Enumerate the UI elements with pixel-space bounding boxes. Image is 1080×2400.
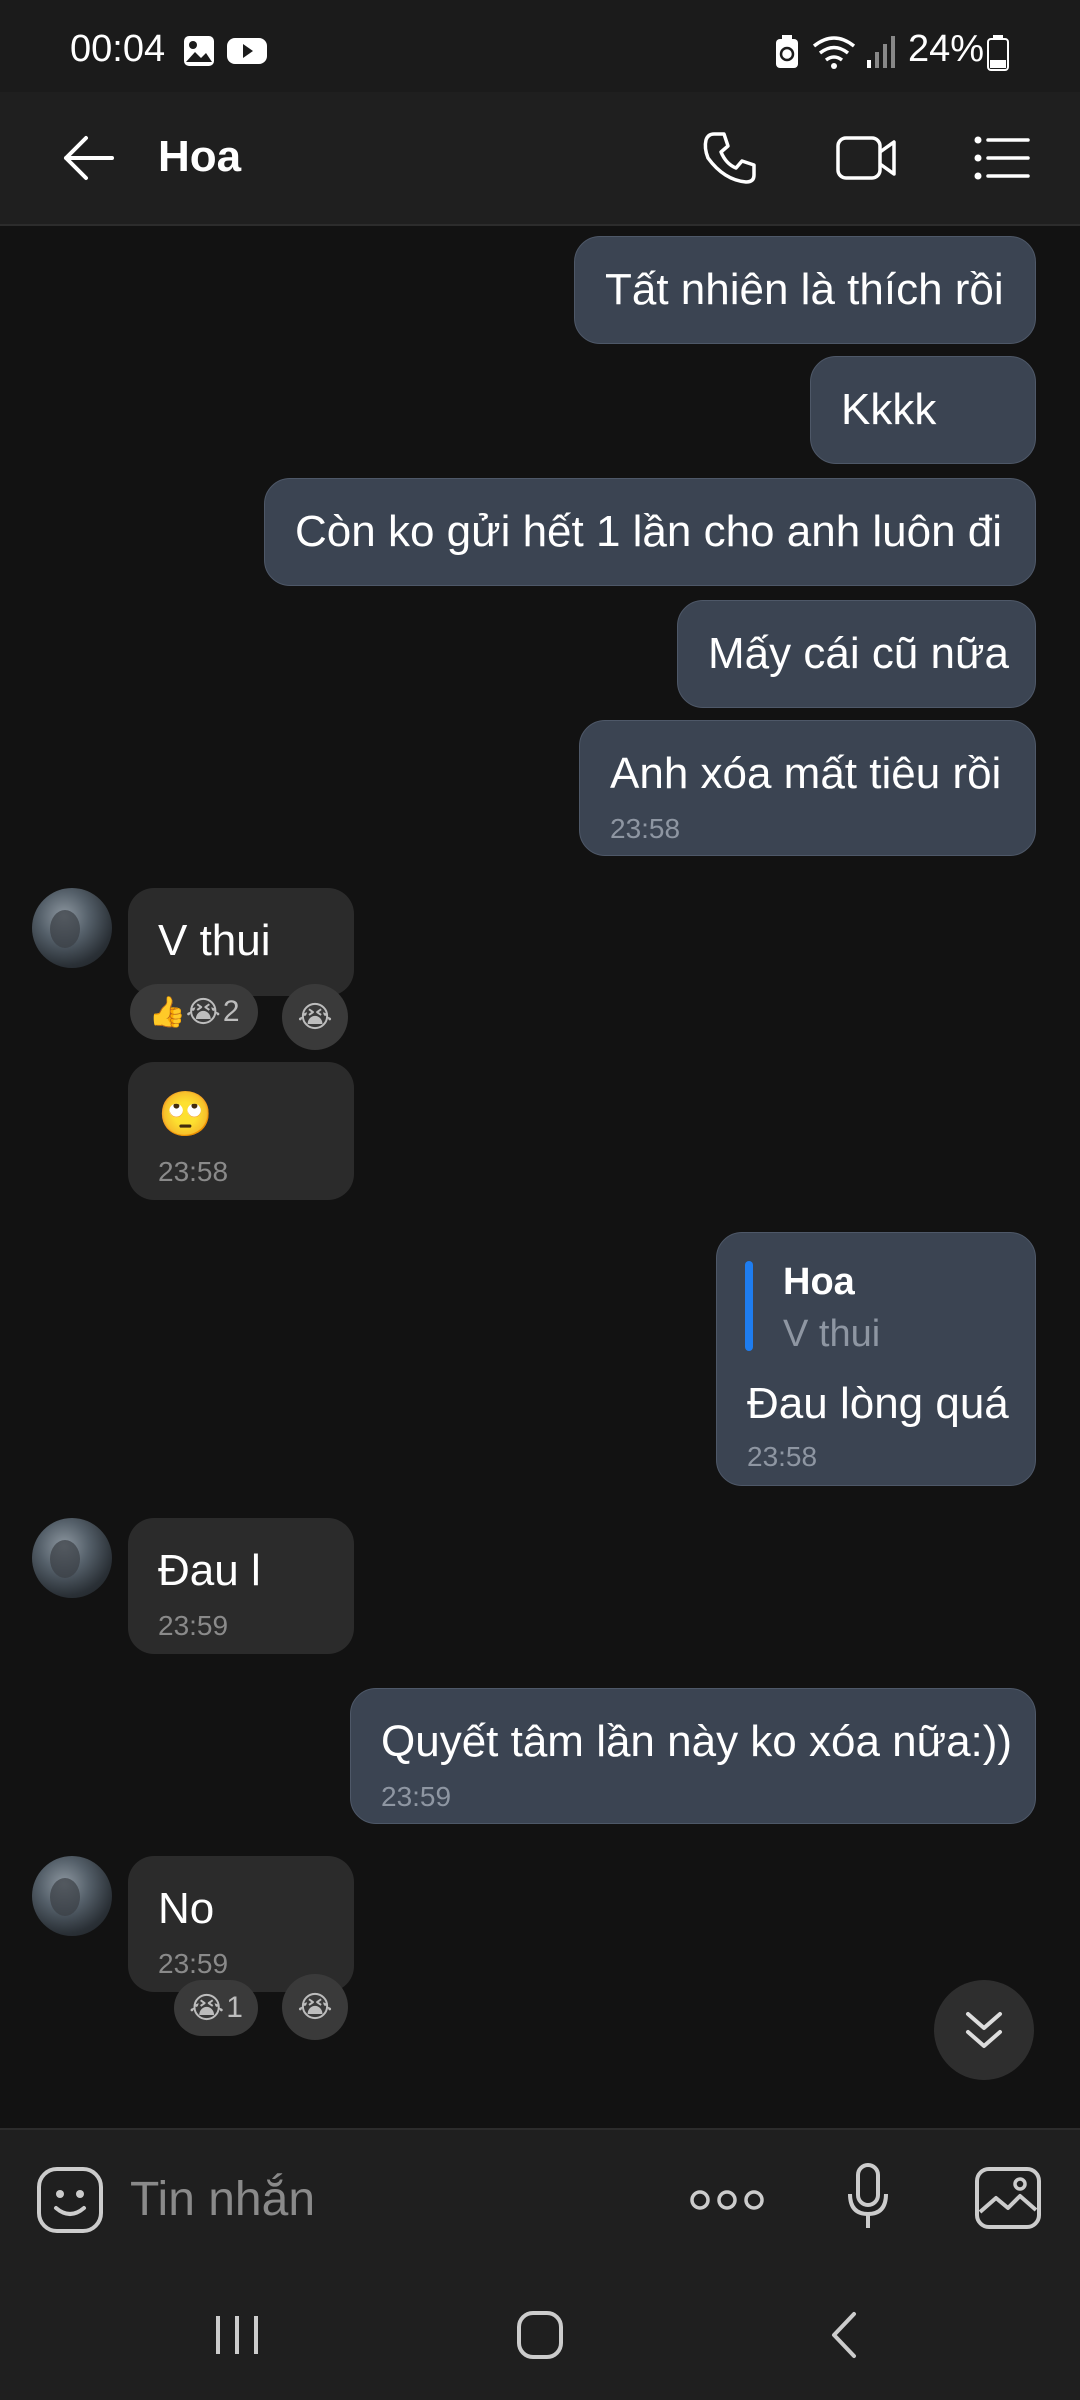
status-time: 00:04 (70, 28, 166, 70)
message-text: 🙄 (158, 1089, 213, 1140)
message-bubble-incoming[interactable]: V thui (128, 888, 354, 996)
reply-message-bubble[interactable]: Hoa V thui Đau lòng quá 23:58 (716, 1232, 1036, 1486)
battery-saver-icon (776, 35, 798, 68)
reaction-emojis: 😭 (189, 1990, 225, 2026)
microphone-icon[interactable] (846, 2162, 890, 2234)
message-text: Kkkk (841, 385, 937, 434)
avatar[interactable] (32, 1518, 112, 1598)
message-bubble-outgoing[interactable]: Kkkk (810, 356, 1036, 464)
back-icon[interactable] (826, 2310, 862, 2360)
message-time: 23:58 (158, 1156, 229, 1187)
message-text: Còn ko gửi hết 1 lần cho anh luôn đi (295, 507, 1003, 556)
message-text: Đau l (158, 1546, 261, 1595)
message-bubble-incoming[interactable]: No 23:59 (128, 1856, 354, 1992)
video-call-icon[interactable] (834, 128, 898, 188)
battery-percent: 24% (908, 28, 985, 70)
gallery-icon[interactable] (974, 2166, 1042, 2230)
message-bubble-outgoing[interactable]: Còn ko gửi hết 1 lần cho anh luôn đi (264, 478, 1036, 586)
wifi-icon (812, 36, 856, 69)
message-bubble-incoming[interactable]: Đau l 23:59 (128, 1518, 354, 1654)
message-bubble-outgoing[interactable]: Tất nhiên là thích rồi (574, 236, 1036, 344)
more-options-icon[interactable] (690, 2186, 764, 2214)
signal-icon (867, 36, 895, 68)
reply-sender-name: Hoa (783, 1261, 855, 1303)
message-time: 23:59 (158, 1610, 229, 1641)
status-bar: 00:04 24% (0, 0, 1080, 92)
add-reaction-button[interactable]: 😭 (282, 1974, 348, 2040)
reaction-count: 1 (226, 1991, 243, 2024)
avatar[interactable] (32, 1856, 112, 1936)
message-text: No (158, 1884, 215, 1933)
reaction-badge[interactable]: 😭 1 (174, 1980, 258, 2036)
home-icon[interactable] (516, 2310, 564, 2360)
message-time: 23:58 (747, 1441, 818, 1472)
message-text: Đau lòng quá (747, 1379, 1009, 1428)
system-nav-bar (0, 2268, 1080, 2400)
message-input[interactable]: Tin nhắn (130, 2172, 315, 2227)
back-arrow-icon[interactable] (60, 132, 116, 184)
chat-header: Hoa (0, 92, 1080, 226)
sticker-icon[interactable] (36, 2166, 104, 2234)
reply-quote-bar (745, 1261, 753, 1351)
recent-apps-icon[interactable] (212, 2312, 262, 2358)
message-text: Quyết tâm lần này ko xóa nữa:)) (381, 1717, 1013, 1766)
battery-icon (987, 35, 1009, 71)
reaction-badge[interactable]: 👍😭 2 (130, 984, 258, 1040)
message-time: 23:58 (610, 813, 681, 844)
message-input-bar: Tin nhắn (0, 2128, 1080, 2270)
phone-icon[interactable] (700, 128, 760, 188)
message-time: 23:59 (158, 1948, 229, 1979)
message-text: Anh xóa mất tiêu rồi (610, 749, 1002, 798)
avatar[interactable] (32, 888, 112, 968)
reply-quoted-text: V thui (783, 1313, 881, 1355)
reaction-emojis: 👍😭 (148, 994, 221, 1030)
add-reaction-button[interactable]: 😭 (282, 984, 348, 1050)
message-bubble-outgoing[interactable]: Anh xóa mất tiêu rồi 23:58 (579, 720, 1036, 856)
menu-list-icon[interactable] (972, 128, 1032, 188)
message-time: 23:59 (381, 1781, 452, 1812)
message-bubble-outgoing[interactable]: Mấy cái cũ nữa (677, 600, 1036, 708)
reaction-count: 2 (222, 995, 240, 1028)
reaction-emoji: 😭 (297, 1989, 333, 2025)
message-bubble-outgoing[interactable]: Quyết tâm lần này ko xóa nữa:)) 23:59 (350, 1688, 1036, 1824)
reaction-emoji: 😭 (297, 999, 333, 1035)
scroll-to-bottom-button[interactable] (934, 1980, 1034, 2080)
youtube-icon (227, 38, 267, 64)
gallery-icon (184, 36, 214, 66)
message-bubble-incoming[interactable]: 🙄 23:58 (128, 1062, 354, 1200)
message-text: Tất nhiên là thích rồi (605, 265, 1004, 314)
message-text: Mấy cái cũ nữa (708, 629, 1009, 678)
contact-name[interactable]: Hoa (158, 132, 241, 182)
message-text: V thui (158, 916, 271, 965)
double-chevron-down-icon (966, 2012, 1002, 2048)
